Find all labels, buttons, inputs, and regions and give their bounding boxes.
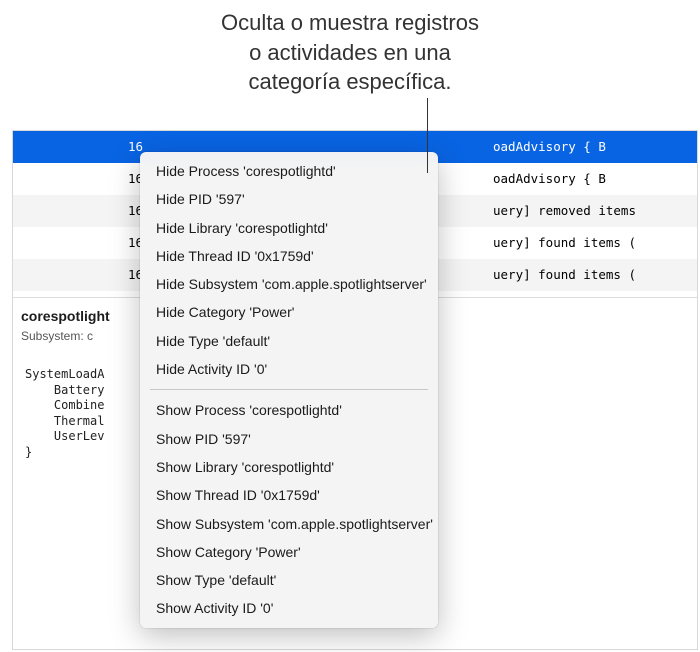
ctx-hide-type[interactable]: Hide Type 'default' [140, 327, 438, 355]
callout-line [427, 98, 428, 173]
ctx-show-activity[interactable]: Show Activity ID '0' [140, 594, 438, 622]
callout-caption: Oculta o muestra registros o actividades… [221, 8, 479, 97]
callout-caption-wrap: Oculta o muestra registros o actividades… [0, 0, 700, 97]
row-timestamp: 16 [13, 171, 153, 186]
detail-subsystem-label: Subsystem: [21, 329, 84, 343]
detail-subsystem-value: c [87, 329, 93, 343]
ctx-hide-pid[interactable]: Hide PID '597' [140, 185, 438, 213]
row-timestamp: 16 [13, 203, 153, 218]
ctx-show-thread[interactable]: Show Thread ID '0x1759d' [140, 481, 438, 509]
context-menu[interactable]: Hide Process 'corespotlightd' Hide PID '… [140, 152, 438, 628]
ctx-hide-library[interactable]: Hide Library 'corespotlightd' [140, 214, 438, 242]
row-timestamp: 16 [13, 139, 153, 154]
ctx-show-process[interactable]: Show Process 'corespotlightd' [140, 396, 438, 424]
ctx-show-type[interactable]: Show Type 'default' [140, 566, 438, 594]
ctx-show-subsystem[interactable]: Show Subsystem 'com.apple.spotlightserve… [140, 510, 438, 538]
row-timestamp: 16 [13, 235, 153, 250]
ctx-show-pid[interactable]: Show PID '597' [140, 425, 438, 453]
ctx-hide-subsystem[interactable]: Hide Subsystem 'com.apple.spotlightserve… [140, 270, 438, 298]
ctx-hide-thread[interactable]: Hide Thread ID '0x1759d' [140, 242, 438, 270]
ctx-show-library[interactable]: Show Library 'corespotlightd' [140, 453, 438, 481]
ctx-separator [150, 389, 428, 390]
row-timestamp: 16 [13, 267, 153, 282]
ctx-hide-activity[interactable]: Hide Activity ID '0' [140, 355, 438, 383]
ctx-hide-category[interactable]: Hide Category 'Power' [140, 298, 438, 326]
ctx-show-category[interactable]: Show Category 'Power' [140, 538, 438, 566]
ctx-hide-process[interactable]: Hide Process 'corespotlightd' [140, 157, 438, 185]
